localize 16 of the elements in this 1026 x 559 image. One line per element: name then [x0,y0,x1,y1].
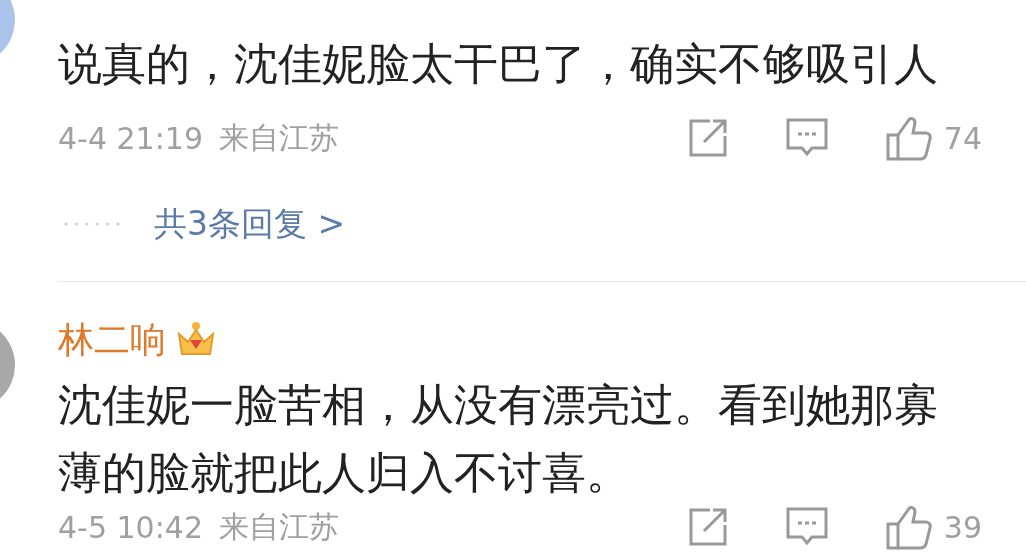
comment-text: 说真的，沈佳妮脸太干巴了，确实不够吸引人 [58,37,939,91]
comment-icon[interactable] [785,118,828,158]
share-icon[interactable] [687,507,728,547]
thumbs-up-icon[interactable] [885,115,932,161]
comment-time: 4-5 10:42 [58,509,203,545]
comment-time: 4-4 21:19 [58,120,203,156]
share-icon[interactable] [687,118,728,158]
comment-location: 来自江苏 [219,118,339,157]
comment-location: 来自江苏 [219,507,339,546]
comment-icon[interactable] [785,507,828,547]
like-count: 74 [943,120,982,156]
username[interactable]: 林二响 [58,318,166,362]
replies-link[interactable]: 共3条回复 > [154,201,346,247]
thumbs-up-icon[interactable] [885,504,932,550]
like-count: 39 [943,509,982,545]
comment-text: 沈佳妮一脸苦相，从没有漂亮过。看到她那寡薄的脸就把此人归入不讨喜。 [58,378,939,500]
